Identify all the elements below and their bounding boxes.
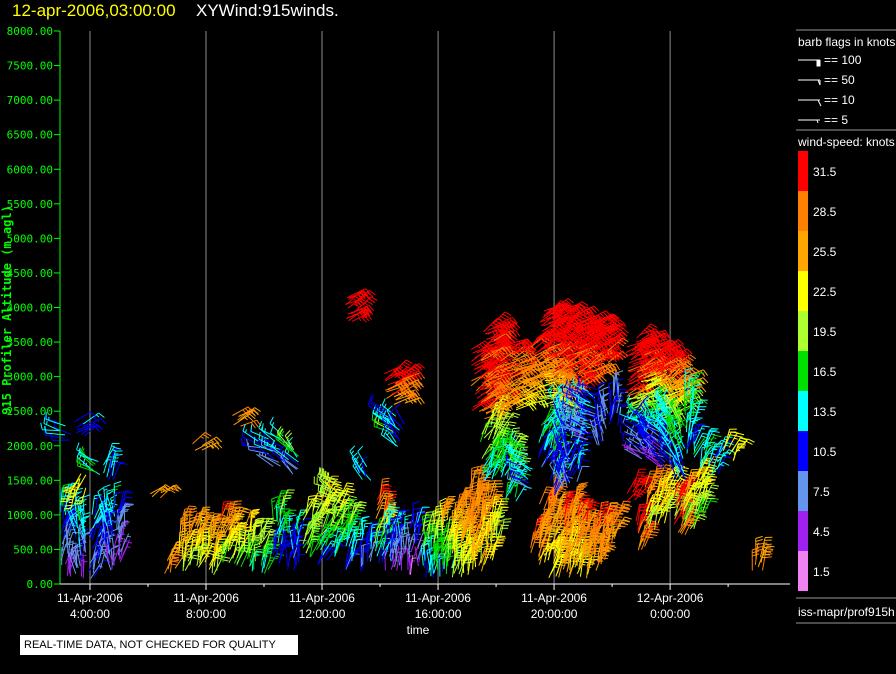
y-tick-label: 500.00 (13, 543, 53, 556)
barb-legend-glyph (798, 79, 821, 86)
colorbar-swatch (798, 551, 808, 591)
colorbar-label: 16.5 (813, 365, 837, 379)
barb-legend-glyph (798, 119, 820, 124)
speed-colorbar: 31.5 28.5 25.5 22.5 19.5 16.5 13.5 10.5 7.5 4.5 1.… (798, 151, 837, 591)
y-tick-label: 1500.00 (7, 474, 53, 487)
barb-legend-label: == 5 (824, 113, 848, 127)
x-tick-time: 20:00:00 (531, 607, 578, 621)
barb-legend-title: barb flags in knots (798, 35, 895, 49)
colorbar-label: 13.5 (813, 405, 837, 419)
y-tick-label: 8000.00 (7, 25, 53, 38)
barb-legend-glyph (798, 59, 821, 67)
colorbar-label: 19.5 (813, 325, 837, 339)
y-tick-label: 6500.00 (7, 129, 53, 142)
colorbar-label: 25.5 (813, 245, 837, 259)
x-tick-date: 11-Apr-2006 (521, 591, 587, 605)
wind-barb (380, 427, 399, 447)
y-tick-label: 6000.00 (7, 163, 53, 176)
colorbar-swatch (798, 431, 808, 471)
quality-notice: REAL-TIME DATA, NOT CHECKED FOR QUALITY (20, 635, 298, 655)
colorbar-label: 7.5 (813, 485, 830, 499)
y-tick-label: 1000.00 (7, 509, 53, 522)
wind-barb (259, 452, 280, 463)
barb-legend-glyph (798, 99, 822, 107)
x-tick-time: 8:00:00 (186, 607, 226, 621)
wind-barb-chart: 0.00500.001000.001500.002000.002500.0030… (0, 25, 896, 637)
x-tick-date: 11-Apr-2006 (57, 591, 123, 605)
x-tick-date: 11-Apr-2006 (289, 591, 355, 605)
x-tick-time: 16:00:00 (415, 607, 462, 621)
wind-barb (82, 553, 87, 572)
colorbar-label: 4.5 (813, 525, 830, 539)
colorbar-label: 28.5 (813, 205, 837, 219)
wind-barb (409, 555, 417, 575)
colorbar-swatch (798, 311, 808, 351)
colorbar-label: 10.5 (813, 445, 837, 459)
y-tick-label: 2000.00 (7, 440, 53, 453)
x-tick-time: 0:00:00 (650, 607, 690, 621)
colorbar-swatch (798, 391, 808, 431)
x-tick-date: 11-Apr-2006 (405, 591, 471, 605)
y-axis-label: 915 Profiler Altitude (m agl) (0, 205, 14, 415)
y-tick-label: 7000.00 (7, 94, 53, 107)
y-tick-label: 0.00 (27, 578, 54, 591)
colorbar-swatch (798, 511, 808, 551)
wind-barb (263, 557, 278, 574)
x-tick-time: 12:00:00 (299, 607, 346, 621)
data-source: iss-mapr/prof915h (798, 605, 895, 619)
colorbar-label: 31.5 (813, 165, 837, 179)
x-axis-label: time (407, 623, 430, 637)
wind-barb (256, 452, 274, 467)
wind-barb (297, 543, 307, 563)
colorbar-label: 1.5 (813, 565, 830, 579)
colorbar-swatch (798, 351, 808, 391)
colorbar-swatch (798, 471, 808, 511)
barb-legend-label: == 50 (824, 73, 855, 87)
y-tick-label: 7500.00 (7, 60, 53, 73)
wind-barbs (40, 288, 775, 579)
barb-legend-label: == 100 (824, 53, 862, 67)
wind-barb (611, 524, 622, 543)
wind-barb (368, 395, 385, 413)
colorbar-swatch (798, 191, 808, 231)
x-tick-time: 4:00:00 (70, 607, 110, 621)
barb-legend-label: == 10 (824, 93, 855, 107)
wind-barb (240, 419, 262, 429)
wind-barb (689, 514, 708, 530)
colorbar-swatch (798, 271, 808, 311)
speed-legend-title: wind-speed: knots (797, 135, 895, 149)
legend-panel: barb flags in knots == 100 == 50 == 10 == 5… (796, 29, 896, 624)
x-tick-date: 12-Apr-2006 (637, 591, 704, 605)
colorbar-swatch (798, 231, 808, 271)
colorbar-swatch (798, 151, 808, 191)
x-tick-date: 11-Apr-2006 (173, 591, 239, 605)
colorbar-label: 22.5 (813, 285, 837, 299)
wind-barb (82, 559, 88, 579)
wind-barb (394, 402, 405, 425)
